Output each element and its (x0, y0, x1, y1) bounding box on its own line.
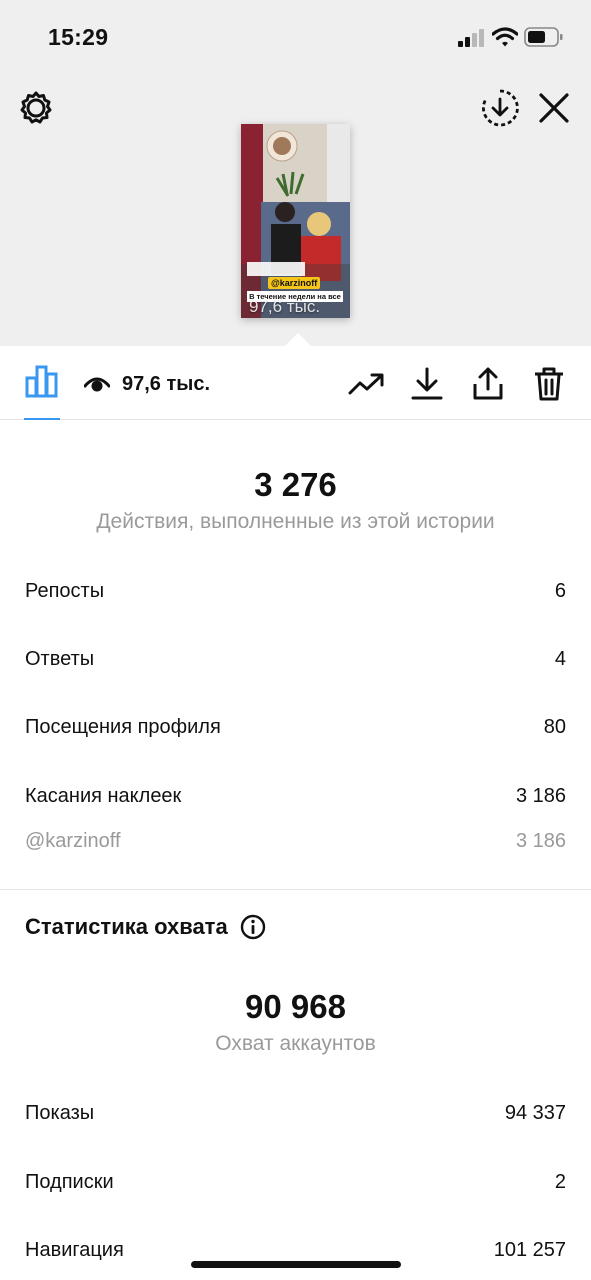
stat-row-follows: Подписки 2 (25, 1171, 566, 1194)
stat-value: 94 337 (504, 1102, 566, 1124)
download-circle-icon (482, 89, 519, 127)
close-icon (539, 93, 569, 123)
stat-value: 6 (554, 580, 566, 602)
story-views-overlay: 97,6 тыс. (249, 297, 321, 316)
stat-row-sticker-taps: Касания наклеек 3 186 (25, 785, 566, 808)
stat-row-mention-karzinoff[interactable]: @karzinoff 3 186 (25, 830, 566, 853)
section-divider (0, 889, 591, 890)
share-icon (473, 367, 503, 400)
reach-subtitle: Охват аккаунтов (215, 1032, 376, 1055)
reach-summary: 90 968 Охват аккаунтов (0, 988, 591, 1056)
interactions-subtitle: Действия, выполненные из этой истории (96, 510, 495, 533)
save-story-button[interactable] (478, 88, 522, 128)
stat-value: 2 (554, 1171, 566, 1193)
mention-sticker: @karzinoff (268, 277, 321, 289)
story-toolbar: 97,6 тыс. (0, 346, 591, 420)
eye-icon (84, 377, 110, 392)
trash-icon (535, 367, 563, 401)
info-icon[interactable] (240, 914, 266, 940)
settings-button[interactable] (16, 88, 56, 128)
stat-label: Касания наклеек (25, 785, 182, 807)
stat-row-navigation: Навигация 101 257 (25, 1239, 566, 1262)
download-button[interactable] (409, 366, 445, 402)
gear-icon (20, 91, 52, 124)
status-bar: 15:29 (0, 0, 591, 70)
stat-label: Подписки (25, 1171, 114, 1193)
insights-tab[interactable] (22, 364, 62, 420)
reach-total: 90 968 (245, 988, 346, 1025)
interactions-summary: 3 276 Действия, выполненные из этой исто… (0, 466, 591, 534)
status-time: 15:29 (48, 24, 109, 50)
stat-value: 3 186 (515, 785, 566, 807)
battery-icon (524, 27, 563, 47)
stat-row-replies: Ответы 4 (25, 648, 566, 671)
stat-row-profile-visits: Посещения профиля 80 (25, 716, 566, 739)
stat-label: Ответы (25, 648, 95, 670)
views-counter[interactable]: 97,6 тыс. (84, 368, 210, 400)
trending-icon (348, 373, 384, 395)
cellular-signal-icon (458, 29, 484, 47)
active-tab-indicator (24, 418, 60, 420)
story-header-area: 15:29 @karzinoff В течение недели на все… (0, 0, 591, 347)
share-button[interactable] (470, 366, 506, 402)
home-indicator[interactable] (191, 1261, 401, 1268)
stat-label: Показы (25, 1102, 95, 1124)
bar-chart-icon (25, 365, 58, 398)
download-icon (411, 367, 443, 400)
close-button[interactable] (534, 88, 574, 128)
stat-row-impressions: Показы 94 337 (25, 1102, 566, 1125)
views-count: 97,6 тыс. (122, 372, 211, 395)
promote-button[interactable] (348, 366, 384, 402)
stat-value: 4 (554, 648, 566, 670)
stat-label: Навигация (25, 1239, 124, 1261)
reach-section-header: Статистика охвата (25, 914, 266, 940)
wifi-icon (492, 27, 518, 47)
stat-label: Посещения профиля (25, 716, 221, 738)
interactions-total: 3 276 (254, 466, 337, 503)
reach-section-title: Статистика охвата (25, 914, 228, 939)
delete-button[interactable] (531, 366, 567, 402)
story-thumbnail[interactable]: @karzinoff В течение недели на все 97,6 … (241, 124, 350, 318)
stat-row-reposts: Репосты 6 (25, 580, 566, 603)
stat-value: 101 257 (493, 1239, 566, 1261)
stat-value: 80 (543, 716, 566, 738)
stat-label: Репосты (25, 580, 105, 602)
stat-label: @karzinoff (25, 830, 121, 852)
stat-value: 3 186 (515, 830, 566, 852)
thumbnail-pointer (284, 333, 312, 347)
